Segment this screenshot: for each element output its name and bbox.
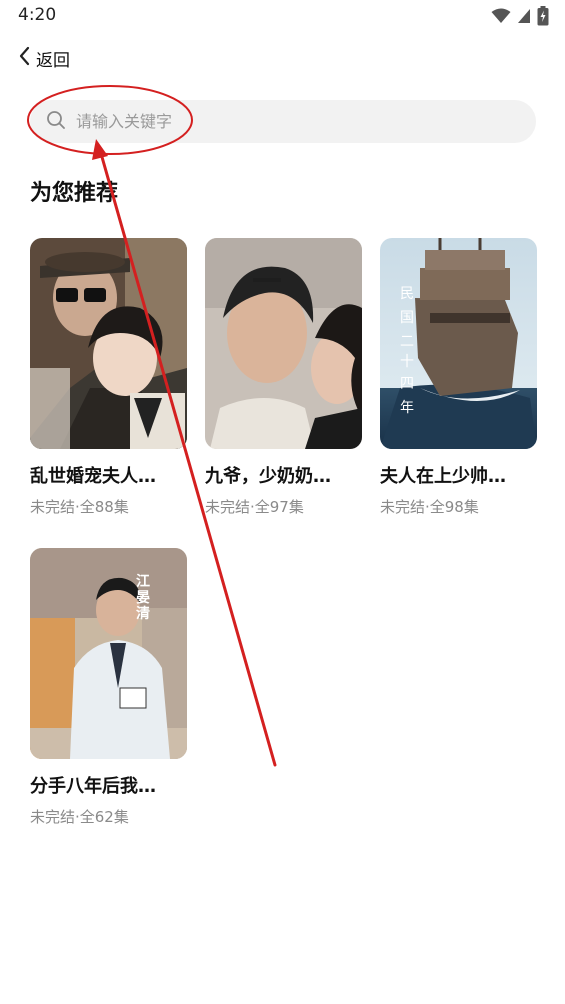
status-icons	[491, 6, 549, 26]
cover-text-char: 民	[400, 286, 414, 302]
cover-text-char: 江	[136, 573, 150, 590]
status-time: 4:20	[18, 5, 57, 25]
drama-card[interactable]: 九爷，少奶奶… 未完结·全97集	[205, 238, 362, 517]
drama-cover-image[interactable]	[30, 238, 187, 449]
cover-text-char: 十	[400, 354, 414, 370]
drama-card[interactable]: 乱世婚宠夫人… 未完结·全88集	[30, 238, 187, 517]
drama-cover-image[interactable]: 民 国 二 十 四 年	[380, 238, 537, 449]
cover-vertical-text: 江 晏 清	[136, 573, 150, 622]
back-label: 返回	[36, 50, 70, 71]
drama-title: 九爷，少奶奶…	[205, 466, 331, 487]
app-screen: 4:20 返回 请输入关键字 为您推荐 乱世婚宠夫人… 未完结·全88集 九爷，…	[0, 0, 565, 1004]
section-title: 为您推荐	[30, 181, 119, 206]
cover-text-char: 四	[400, 376, 414, 392]
search-bar[interactable]	[30, 100, 536, 143]
drama-card[interactable]: 江 晏 清 分手八年后我… 未完结·全62集	[30, 548, 187, 827]
drama-title: 夫人在上少帅…	[380, 466, 506, 487]
battery-charging-icon	[537, 6, 549, 26]
cover-text-char: 晏	[136, 589, 150, 606]
cover-text-char: 清	[136, 605, 150, 622]
signal-icon	[517, 8, 531, 24]
cover-text-char: 二	[400, 334, 414, 350]
status-bar: 4:20	[0, 0, 565, 32]
drama-meta: 未完结·全88集	[30, 498, 129, 516]
back-button[interactable]: 返回	[18, 44, 70, 72]
wifi-icon	[491, 8, 511, 24]
drama-title: 分手八年后我…	[30, 776, 156, 797]
drama-meta: 未完结·全98集	[380, 498, 479, 516]
drama-cover-image[interactable]: 江 晏 清	[30, 548, 187, 759]
search-input[interactable]	[76, 112, 496, 131]
drama-title: 乱世婚宠夫人…	[30, 466, 156, 487]
cover-text-char: 国	[400, 310, 414, 326]
drama-meta: 未完结·全97集	[205, 498, 304, 516]
drama-cover-image[interactable]	[205, 238, 362, 449]
drama-meta: 未完结·全62集	[30, 808, 129, 826]
chevron-left-icon	[18, 46, 30, 70]
cover-text-char: 年	[400, 400, 414, 416]
drama-card[interactable]: 民 国 二 十 四 年 夫人在上少帅… 未完结·全98集	[380, 238, 537, 517]
search-icon	[46, 110, 66, 134]
